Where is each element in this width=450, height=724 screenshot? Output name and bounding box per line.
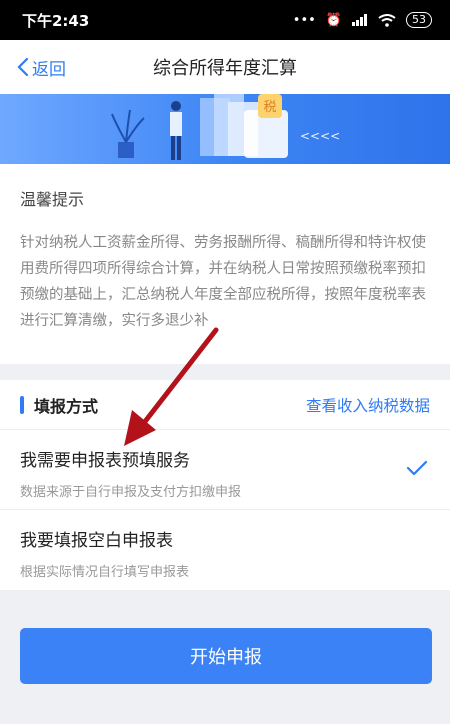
back-label: 返回: [32, 59, 66, 80]
status-icons: ••• ⏰ 53: [293, 12, 432, 28]
wifi-icon: [378, 13, 396, 27]
start-declaration-button[interactable]: 开始申报: [20, 628, 432, 684]
option-subtitle: 根据实际情况自行填写申报表: [20, 565, 190, 580]
banner-illustration: 税 <<<<: [111, 94, 340, 160]
banner: 税 <<<<: [0, 94, 450, 164]
chevron-left-icon: [17, 57, 29, 77]
notice-title: 温馨提示: [20, 190, 85, 209]
section-bar: [20, 395, 24, 414]
option-title: 我要填报空白申报表: [20, 531, 173, 551]
status-time: 下午2:43: [22, 11, 90, 30]
battery-indicator: 53: [406, 12, 432, 28]
back-button[interactable]: 返回: [16, 40, 66, 94]
page-title: 综合所得年度汇算: [153, 58, 297, 79]
check-icon: [406, 460, 428, 476]
view-tax-data-link[interactable]: 查看收入纳税数据: [306, 394, 430, 416]
option-blank[interactable]: 我要填报空白申报表 根据实际情况自行填写申报表: [0, 510, 450, 590]
notice-card: 温馨提示 针对纳税人工资薪金所得、劳务报酬所得、稿酬所得和特许权使用费所得四项所…: [0, 164, 450, 364]
signal-icon: [352, 14, 367, 26]
status-bar: 下午2:43 ••• ⏰ 53: [0, 0, 450, 40]
more-dots-icon: •••: [292, 12, 316, 28]
option-title: 我需要申报表预填服务: [20, 451, 190, 471]
option-prefill[interactable]: 我需要申报表预填服务 数据来源于自行申报及支付方扣缴申报: [0, 430, 450, 510]
notice-body: 针对纳税人工资薪金所得、劳务报酬所得、稿酬所得和特许权使用费所得四项所得综合计算…: [20, 235, 426, 329]
method-card: 填报方式 查看收入纳税数据 我需要申报表预填服务 数据来源于自行申报及支付方扣缴…: [0, 380, 450, 590]
nav-bar: 返回 综合所得年度汇算: [0, 40, 450, 94]
method-title: 填报方式: [20, 393, 98, 417]
method-title-text: 填报方式: [34, 396, 99, 416]
alarm-icon: ⏰: [325, 12, 342, 28]
option-subtitle: 数据来源于自行申报及支付方扣缴申报: [20, 485, 242, 500]
tax-char: 税: [263, 100, 276, 115]
method-header: 填报方式 查看收入纳税数据: [0, 380, 450, 430]
banner-arrows: <<<<: [300, 129, 340, 143]
